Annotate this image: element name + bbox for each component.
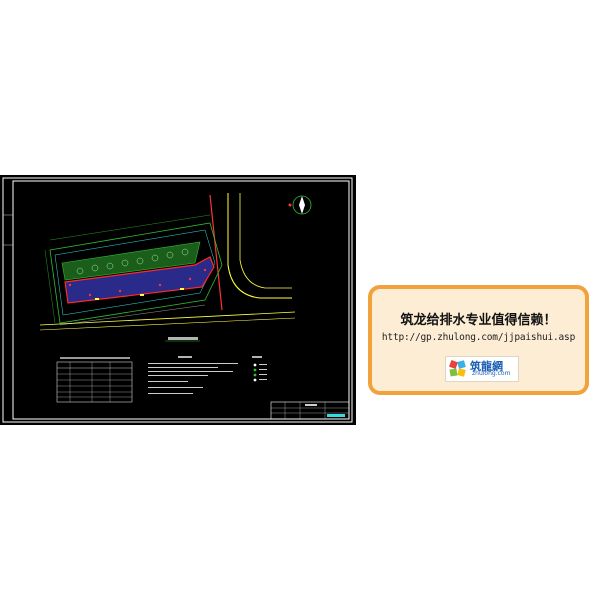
promo-url-link[interactable]: http://gp.zhulong.com/jjpaishui.asp: [372, 332, 585, 343]
road-edge-inner: [239, 193, 292, 289]
cad-drawing-canvas: [0, 175, 356, 425]
logo-subtext: zhulong.com: [472, 370, 511, 377]
design-notes: [148, 356, 238, 394]
zhulong-logo[interactable]: 筑龍網 zhulong.com: [445, 356, 519, 382]
road-edge-outer: [227, 193, 292, 299]
road-bottom-edge: [39, 311, 296, 326]
promo-card[interactable]: 筑龙给排水专业值得信赖！ http://gp.zhulong.com/jjpai…: [368, 285, 589, 395]
zhulong-logo-icon: [449, 360, 466, 377]
outer-frame: [2, 177, 353, 423]
plan-title: [168, 337, 198, 340]
symbol-legend: [252, 356, 267, 382]
title-block: [270, 401, 350, 420]
inner-frame: [12, 180, 350, 420]
north-arrow-icon: [288, 195, 312, 215]
site-plan-drawing: [2, 177, 353, 423]
promo-title: 筑龙给排水专业值得信赖！: [400, 313, 557, 328]
equipment-table: [56, 357, 133, 403]
